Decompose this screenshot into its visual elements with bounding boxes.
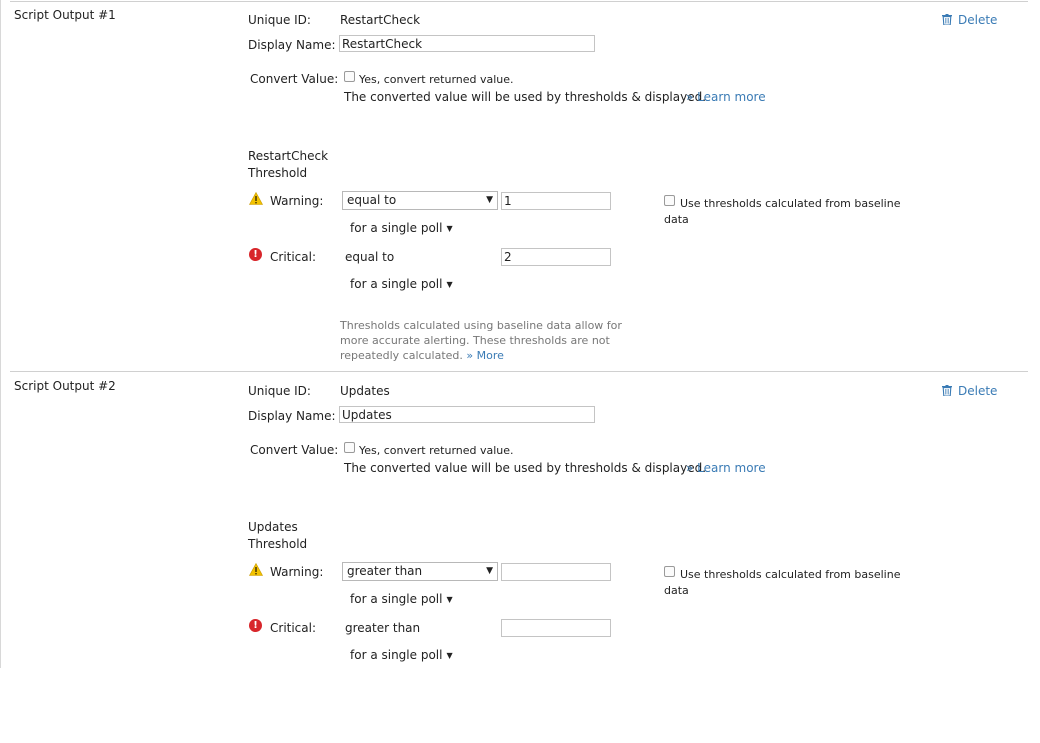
unique-id-value: RestartCheck xyxy=(340,13,421,27)
baseline-checkbox-label: Use thresholds calculated from baseline xyxy=(680,568,901,581)
critical-value-input[interactable] xyxy=(501,619,611,637)
warning-value-input[interactable] xyxy=(501,563,611,581)
critical-label: Critical: xyxy=(270,621,317,635)
convert-value-checkbox-label: Yes, convert returned value. xyxy=(359,444,514,457)
display-name-input[interactable]: Updates xyxy=(339,406,595,423)
unique-id-value: Updates xyxy=(340,384,390,398)
section-title: Script Output #1 xyxy=(14,8,116,22)
poll-label: for a single poll xyxy=(350,277,443,291)
poll-label: for a single poll xyxy=(350,648,443,662)
chevron-down-icon: ▼ xyxy=(486,566,493,576)
learn-more-link[interactable]: » Learn more xyxy=(686,461,766,475)
display-name-label: Display Name: xyxy=(248,409,336,423)
critical-operator: equal to xyxy=(345,250,395,264)
critical-exclamation-icon: ! xyxy=(249,619,262,632)
warning-triangle-icon xyxy=(249,563,263,576)
chevron-down-icon: ▼ xyxy=(446,224,453,233)
warning-operator-select[interactable]: greater than ▼ xyxy=(342,562,498,581)
warning-label: Warning: xyxy=(270,194,324,208)
baseline-checkbox[interactable] xyxy=(664,566,675,577)
warning-poll-dropdown[interactable]: for a single poll ▼ xyxy=(350,221,453,235)
converted-value-note: The converted value will be used by thre… xyxy=(344,461,707,475)
critical-label: Critical: xyxy=(270,250,317,264)
critical-poll-dropdown[interactable]: for a single poll ▼ xyxy=(350,277,453,291)
critical-exclamation-icon: ! xyxy=(249,248,262,261)
baseline-checkbox-label-cont: data xyxy=(664,213,689,226)
trash-icon xyxy=(942,14,952,25)
delete-label: Delete xyxy=(958,384,998,398)
display-name-label: Display Name: xyxy=(248,38,336,52)
poll-label: for a single poll xyxy=(350,221,443,235)
convert-value-checkbox-label: Yes, convert returned value. xyxy=(359,73,514,86)
baseline-note: Thresholds calculated using baseline dat… xyxy=(340,318,640,363)
convert-value-checkbox[interactable] xyxy=(344,71,355,82)
warning-triangle-icon xyxy=(249,192,263,205)
chevron-down-icon: ▼ xyxy=(446,280,453,289)
unique-id-label: Unique ID: xyxy=(248,384,311,398)
learn-more-link[interactable]: » Learn more xyxy=(686,90,766,104)
baseline-checkbox-label-cont: data xyxy=(664,584,689,597)
warning-value-input[interactable]: 1 xyxy=(501,192,611,210)
convert-value-checkbox[interactable] xyxy=(344,442,355,453)
chevron-down-icon: ▼ xyxy=(446,595,453,604)
trash-icon xyxy=(942,385,952,396)
chevron-down-icon: ▼ xyxy=(486,195,493,205)
display-name-input[interactable]: RestartCheck xyxy=(339,35,595,52)
warning-poll-dropdown[interactable]: for a single poll ▼ xyxy=(350,592,453,606)
unique-id-label: Unique ID: xyxy=(248,13,311,27)
script-output-2: Script Output #2 Unique ID: Updates Disp… xyxy=(0,371,1040,743)
delete-label: Delete xyxy=(958,13,998,27)
warning-label: Warning: xyxy=(270,565,324,579)
threshold-title: Updates Threshold xyxy=(248,520,308,551)
baseline-checkbox-label: Use thresholds calculated from baseline xyxy=(680,197,901,210)
delete-button[interactable]: Delete xyxy=(942,384,997,398)
more-link[interactable]: » More xyxy=(466,349,504,362)
delete-button[interactable]: Delete xyxy=(942,13,997,27)
converted-value-note: The converted value will be used by thre… xyxy=(344,90,707,104)
threshold-title: RestartCheck Threshold xyxy=(248,149,329,180)
critical-poll-dropdown[interactable]: for a single poll ▼ xyxy=(350,648,453,662)
script-output-1: Script Output #1 Unique ID: RestartCheck… xyxy=(0,0,1040,372)
warning-operator-value: equal to xyxy=(347,193,397,207)
warning-operator-select[interactable]: equal to ▼ xyxy=(342,191,498,210)
chevron-down-icon: ▼ xyxy=(446,651,453,660)
critical-operator: greater than xyxy=(345,621,421,635)
critical-value-input[interactable]: 2 xyxy=(501,248,611,266)
baseline-checkbox[interactable] xyxy=(664,195,675,206)
warning-operator-value: greater than xyxy=(347,564,423,578)
poll-label: for a single poll xyxy=(350,592,443,606)
convert-value-label: Convert Value: xyxy=(250,72,339,86)
convert-value-label: Convert Value: xyxy=(250,443,339,457)
section-title: Script Output #2 xyxy=(14,379,116,393)
